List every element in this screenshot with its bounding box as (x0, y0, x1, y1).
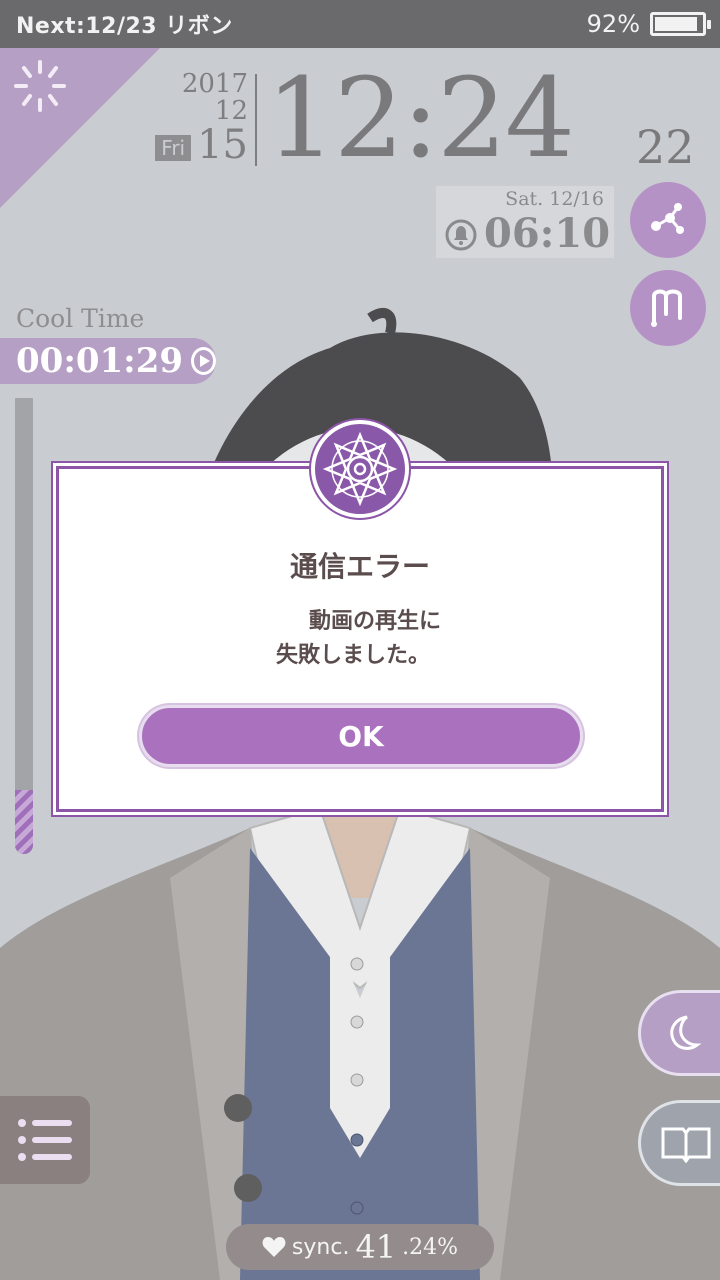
story-book-button[interactable] (638, 1100, 720, 1186)
sleep-mode-button[interactable] (638, 990, 720, 1076)
battery-fill (655, 17, 698, 31)
sync-label: sync. (291, 1234, 350, 1260)
bell-icon (445, 219, 477, 251)
clock-day: 15 (197, 122, 248, 168)
dialog-title: 通信エラー (289, 550, 430, 583)
dialog-message: 動画の再生に 失敗しました。 (59, 605, 661, 673)
share-icon (651, 203, 684, 234)
menu-icon (18, 1119, 72, 1161)
alarm-date: Sat. 12/16 (505, 188, 604, 210)
dialog-message-line2: 失敗しました。 (275, 643, 430, 668)
cool-time-value: 00:01:29 (16, 341, 184, 381)
date-row: Fri 15 (128, 124, 248, 166)
cool-time-gauge-fill (15, 790, 33, 854)
next-event-label: Next:12/23 リボン (16, 14, 233, 39)
battery-percent: 92% (586, 10, 640, 38)
status-bar: Next:12/23 リボン 92% (0, 0, 720, 48)
date-display: 2017 12 Fri 15 (128, 70, 248, 166)
sync-value-integer: 41 (355, 1228, 397, 1266)
cool-time-gauge (15, 398, 33, 854)
clock-day-of-week: Fri (155, 135, 192, 161)
cool-time-timer[interactable]: 00:01:29 (0, 338, 216, 384)
alarm-panel[interactable]: Sat. 12/16 06:10 (436, 186, 614, 258)
clock-seconds: 22 (636, 120, 695, 174)
m-logo-icon (651, 289, 682, 327)
share-button[interactable] (630, 182, 706, 258)
sync-rate: sync. 41 .24% (226, 1224, 494, 1270)
sync-value-decimal: .24% (402, 1234, 459, 1260)
cool-time-label: Cool Time (16, 304, 145, 333)
moon-icon (670, 1015, 702, 1050)
clock-divider (255, 74, 257, 166)
heart-icon (262, 1237, 286, 1257)
menu-button[interactable] (0, 1096, 90, 1184)
book-icon (661, 1127, 711, 1163)
battery-icon (650, 12, 711, 36)
clock-year: 2017 (181, 69, 248, 99)
clock-time: 12:24 (266, 54, 575, 182)
flower-emblem-icon (311, 420, 409, 518)
play-icon[interactable] (191, 347, 216, 375)
m-logo-button[interactable] (630, 270, 706, 346)
ok-button[interactable]: OK (139, 705, 583, 767)
alarm-time: 06:10 (484, 210, 611, 257)
battery-status: 92% (586, 10, 711, 38)
clock-month: 12 (214, 96, 248, 126)
dialog-message-line1: 動画の再生に (308, 609, 441, 634)
